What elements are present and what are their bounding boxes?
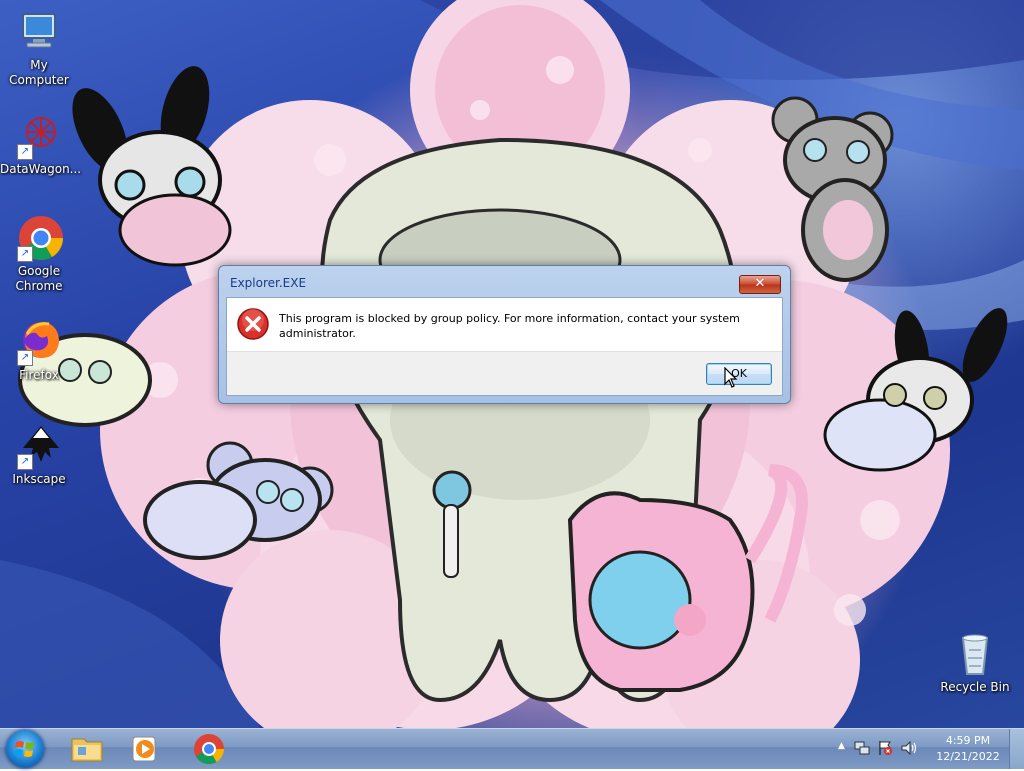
desktop-icon-google-chrome[interactable]: ↗ Google Chrome	[0, 214, 78, 294]
ok-button[interactable]: OK	[706, 363, 772, 385]
volume-icon[interactable]	[900, 740, 918, 756]
desktop-icon-label: Firefox	[19, 368, 59, 382]
dialog-close-button[interactable]: ✕	[739, 275, 781, 294]
mouse-cursor-icon	[724, 367, 738, 388]
windows-start-icon	[14, 741, 34, 757]
show-hidden-icons-button[interactable]: ▲	[838, 741, 845, 751]
chrome-icon	[194, 734, 224, 765]
taskbar-media-player[interactable]	[118, 731, 172, 767]
clock-date[interactable]: 12/21/2022	[933, 750, 1003, 763]
dialog-footer: OK	[227, 351, 782, 395]
start-button[interactable]	[6, 730, 44, 768]
desktop-icon-label: Recycle Bin	[940, 680, 1010, 694]
dialog-body: This program is blocked by group policy.…	[226, 297, 783, 396]
firefox-icon: ↗	[15, 318, 63, 366]
dialog-title: Explorer.EXE	[230, 276, 307, 290]
desktop-icon-firefox[interactable]: ↗ Firefox	[0, 318, 78, 383]
taskbar-file-explorer[interactable]	[60, 731, 114, 767]
chrome-icon: ↗	[15, 214, 63, 262]
datawagon-icon: ↗	[15, 112, 63, 160]
desktop-icon-recycle-bin[interactable]: Recycle Bin	[936, 630, 1014, 695]
clock-time[interactable]: 4:59 PM	[933, 734, 1003, 747]
shortcut-arrow-icon: ↗	[17, 350, 33, 366]
network-icon[interactable]	[854, 740, 870, 756]
shortcut-arrow-icon: ↗	[17, 454, 33, 470]
error-dialog[interactable]: Explorer.EXE ✕ This program is blocked b…	[218, 265, 791, 404]
desktop-icon-label: DataWagon...	[0, 162, 82, 176]
desktop-icon-datawagon[interactable]: ↗ DataWagon...	[0, 112, 82, 177]
media-player-icon	[132, 736, 156, 762]
desktop-icon-label: My Computer	[9, 58, 69, 87]
show-desktop-button[interactable]	[1009, 729, 1024, 769]
inkscape-icon: ↗	[15, 422, 63, 470]
shortcut-arrow-icon: ↗	[17, 144, 33, 160]
taskbar: ▲ 4:59 PM 12/21/2022	[0, 728, 1024, 769]
file-explorer-icon	[71, 738, 103, 762]
system-tray: ▲ 4:59 PM 12/21/2022	[834, 729, 1024, 769]
taskbar-chrome[interactable]	[182, 731, 236, 767]
computer-icon	[15, 8, 63, 56]
desktop-icon-label: Google Chrome	[15, 264, 63, 293]
dialog-message: This program is blocked by group policy.…	[279, 312, 740, 340]
error-icon	[237, 308, 269, 340]
desktop-icon-label: Inkscape	[12, 472, 66, 486]
recycle-bin-icon	[951, 630, 999, 678]
action-center-flag-icon[interactable]	[877, 740, 893, 756]
shortcut-arrow-icon: ↗	[17, 246, 33, 262]
close-icon: ✕	[754, 276, 766, 291]
desktop-icon-inkscape[interactable]: ↗ Inkscape	[0, 422, 78, 487]
desktop-icon-my-computer[interactable]: My Computer	[0, 8, 78, 88]
